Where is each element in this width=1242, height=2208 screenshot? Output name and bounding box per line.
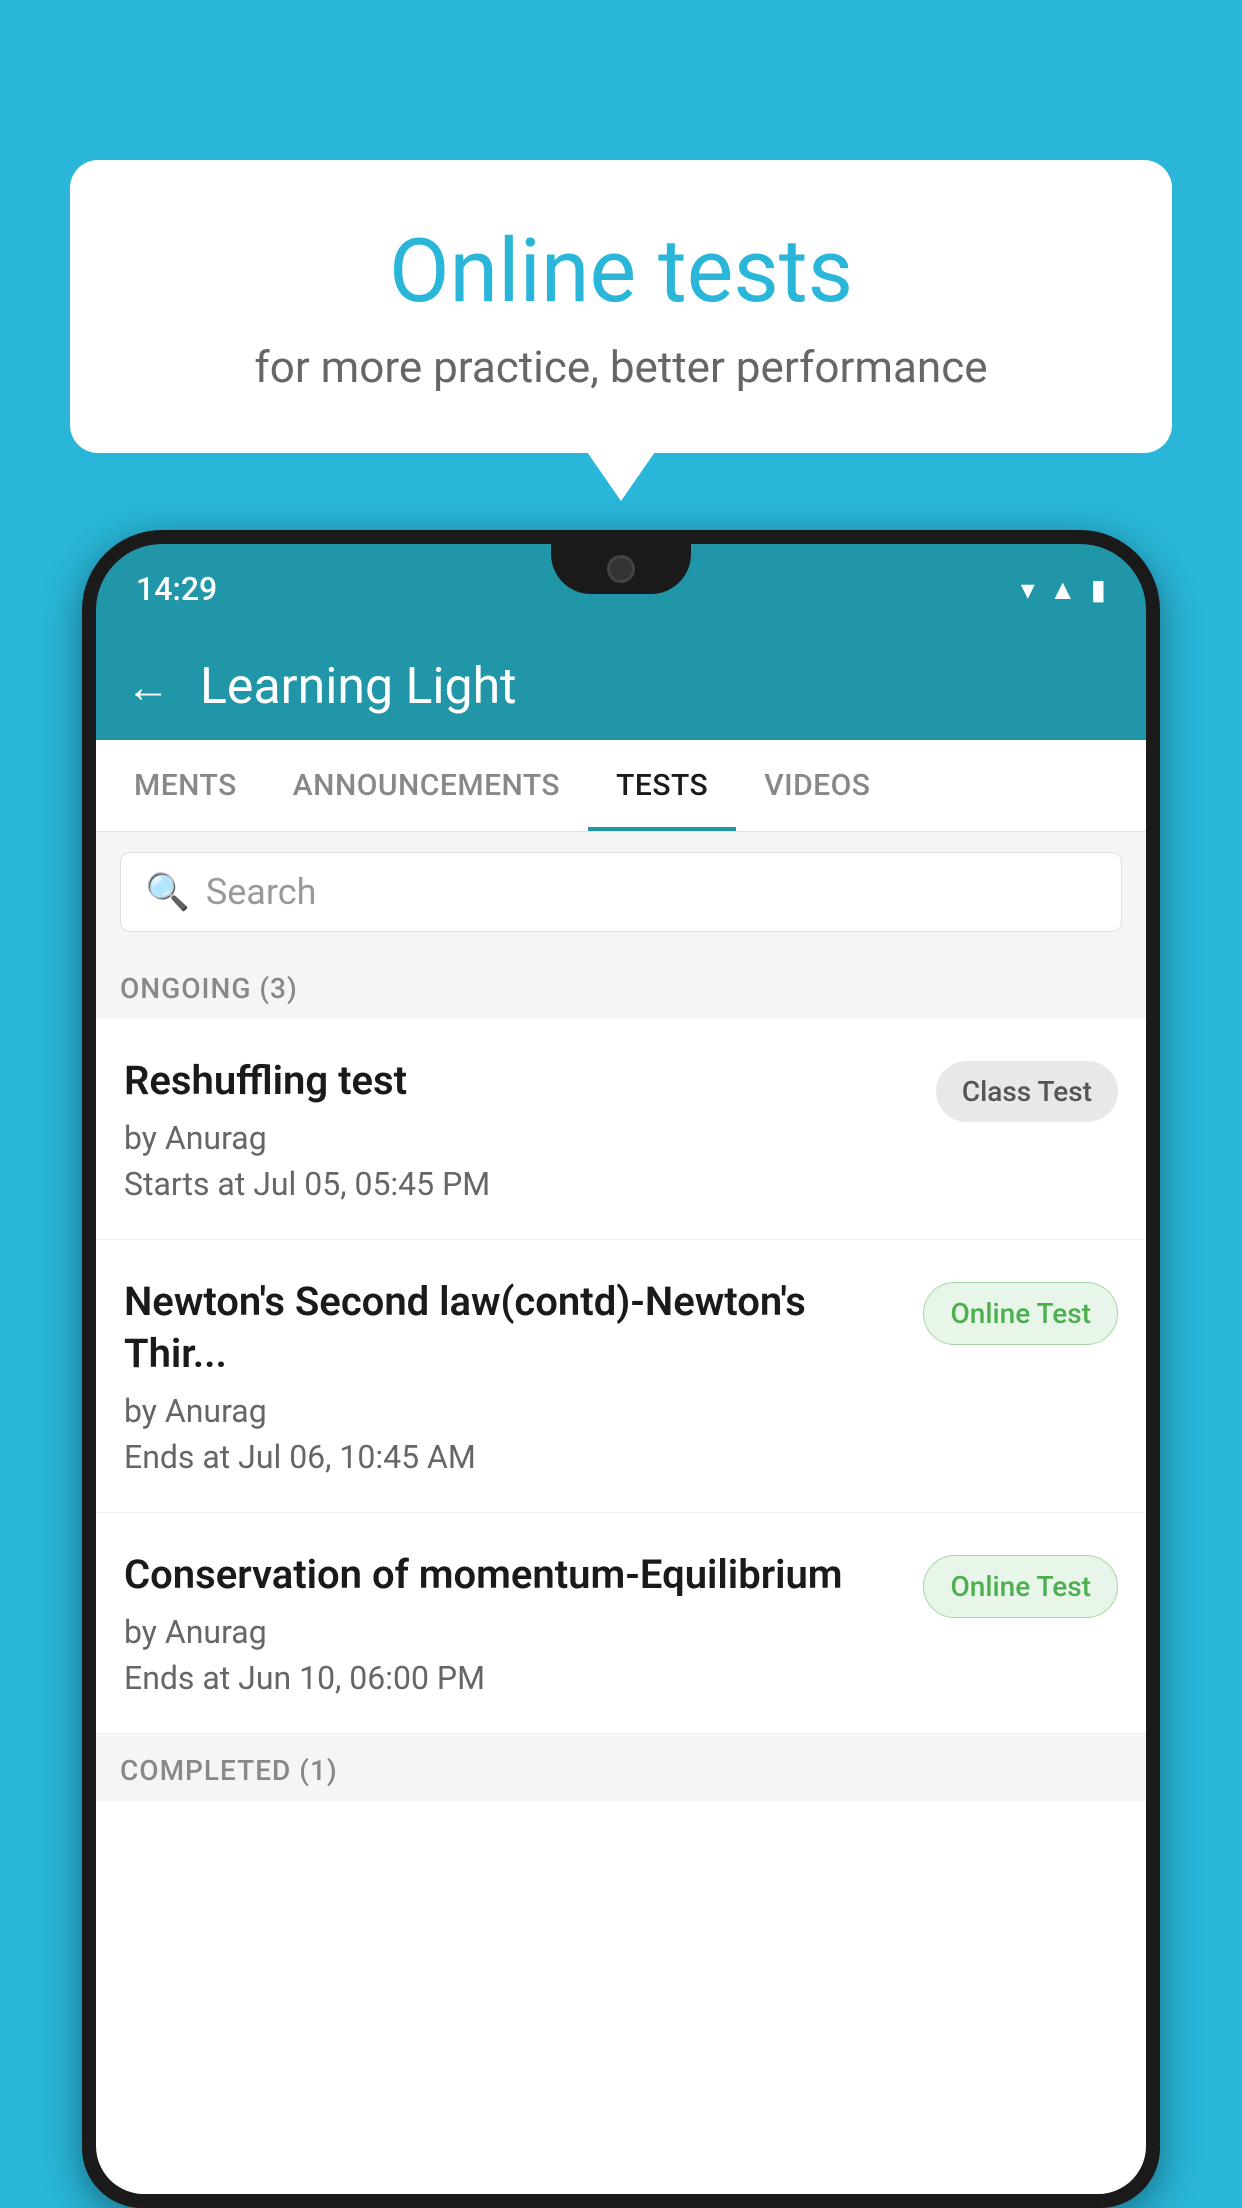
test-badge: Online Test xyxy=(923,1282,1118,1345)
tab-videos[interactable]: VIDEOS xyxy=(736,740,898,831)
test-info: Newton's Second law(contd)-Newton's Thir… xyxy=(124,1276,903,1476)
tabs-bar: MENTS ANNOUNCEMENTS TESTS VIDEOS xyxy=(96,740,1146,832)
phone-notch xyxy=(551,544,691,594)
phone-screen: ← Learning Light MENTS ANNOUNCEMENTS TES… xyxy=(96,634,1146,2194)
bubble-title: Online tests xyxy=(120,220,1122,323)
camera-icon xyxy=(607,555,635,583)
test-date: Ends at Jul 06, 10:45 AM xyxy=(124,1438,903,1476)
speech-bubble: Online tests for more practice, better p… xyxy=(70,160,1172,453)
status-bar: 14:29 ▾ ▲ ▮ xyxy=(96,544,1146,634)
test-item[interactable]: Reshuffling test by Anurag Starts at Jul… xyxy=(96,1019,1146,1240)
test-author: by Anurag xyxy=(124,1392,903,1430)
test-item[interactable]: Newton's Second law(contd)-Newton's Thir… xyxy=(96,1240,1146,1513)
test-date: Ends at Jun 10, 06:00 PM xyxy=(124,1659,903,1697)
test-item[interactable]: Conservation of momentum-Equilibrium by … xyxy=(96,1513,1146,1734)
search-input[interactable]: Search xyxy=(206,871,317,913)
battery-icon: ▮ xyxy=(1091,573,1106,606)
wifi-icon: ▾ xyxy=(1021,573,1035,606)
test-date: Starts at Jul 05, 05:45 PM xyxy=(124,1165,916,1203)
ongoing-section-header: ONGOING (3) xyxy=(96,952,1146,1019)
completed-section-header: COMPLETED (1) xyxy=(96,1734,1146,1801)
bubble-subtitle: for more practice, better performance xyxy=(120,341,1122,393)
search-container: 🔍 Search xyxy=(96,832,1146,952)
test-author: by Anurag xyxy=(124,1119,916,1157)
test-name: Newton's Second law(contd)-Newton's Thir… xyxy=(124,1276,903,1380)
app-title: Learning Light xyxy=(200,658,517,716)
back-button[interactable]: ← xyxy=(126,661,170,713)
status-icons: ▾ ▲ ▮ xyxy=(1021,573,1106,606)
test-badge: Class Test xyxy=(936,1061,1118,1122)
signal-icon: ▲ xyxy=(1049,573,1077,606)
test-info: Conservation of momentum-Equilibrium by … xyxy=(124,1549,903,1697)
tab-ments[interactable]: MENTS xyxy=(106,740,265,831)
test-name: Reshuffling test xyxy=(124,1055,916,1107)
phone-frame: 14:29 ▾ ▲ ▮ ← Learning Light MENTS ANNOU… xyxy=(82,530,1160,2208)
app-header: ← Learning Light xyxy=(96,634,1146,740)
search-icon: 🔍 xyxy=(145,871,190,913)
test-badge: Online Test xyxy=(923,1555,1118,1618)
test-info: Reshuffling test by Anurag Starts at Jul… xyxy=(124,1055,916,1203)
status-time: 14:29 xyxy=(136,570,217,608)
tab-announcements[interactable]: ANNOUNCEMENTS xyxy=(265,740,588,831)
search-bar[interactable]: 🔍 Search xyxy=(120,852,1122,932)
test-list: Reshuffling test by Anurag Starts at Jul… xyxy=(96,1019,1146,1734)
test-name: Conservation of momentum-Equilibrium xyxy=(124,1549,903,1601)
test-author: by Anurag xyxy=(124,1613,903,1651)
tab-tests[interactable]: TESTS xyxy=(588,740,736,831)
